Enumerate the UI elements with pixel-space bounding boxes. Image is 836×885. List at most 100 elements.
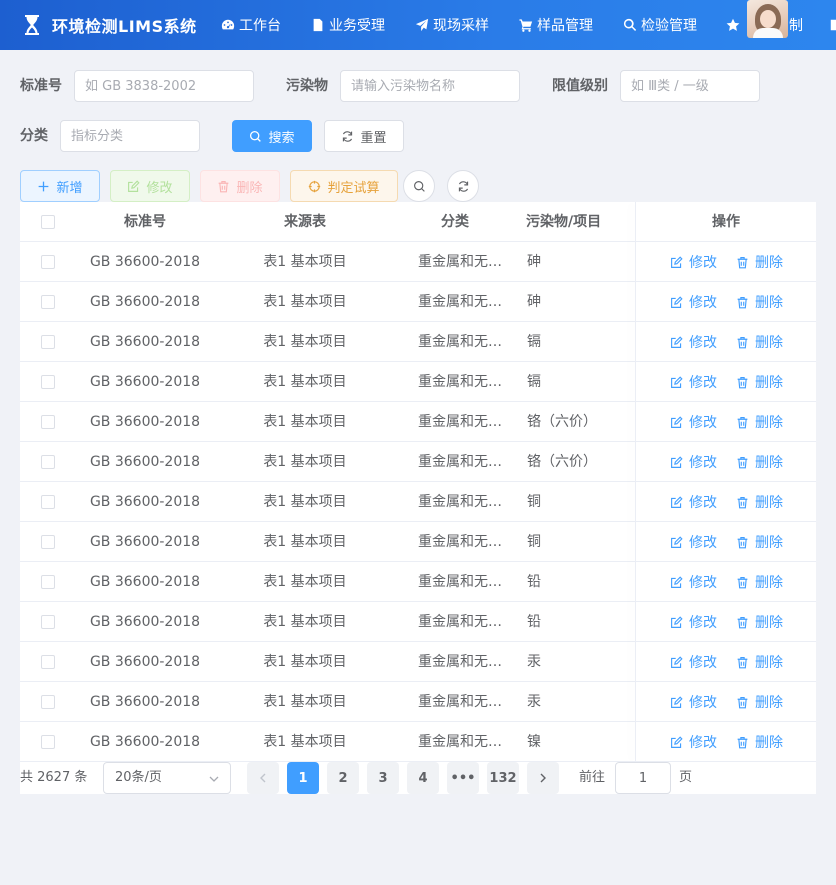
row-checkbox[interactable]: [41, 295, 55, 309]
table-row[interactable]: GB 36600-2018 表1 基本项目 重金属和无… 汞 修改 删除: [20, 642, 816, 682]
page-number-button[interactable]: 2: [327, 762, 359, 794]
nav-item-starred[interactable]: [726, 0, 744, 50]
table-row[interactable]: GB 36600-2018 表1 基本项目 重金属和无… 铅 修改 删除: [20, 602, 816, 642]
brand[interactable]: 环境检测LIMS系统: [22, 0, 197, 50]
row-checkbox[interactable]: [41, 535, 55, 549]
user-avatar[interactable]: [747, 0, 788, 38]
row-checkbox[interactable]: [41, 455, 55, 469]
pollutant-input[interactable]: [340, 70, 520, 102]
select-all-checkbox[interactable]: [41, 215, 55, 229]
row-edit-link[interactable]: 修改: [670, 522, 717, 562]
row-edit-link[interactable]: 修改: [670, 362, 717, 402]
toggle-search-button[interactable]: [403, 170, 435, 202]
send-icon: [415, 18, 429, 32]
row-delete-link[interactable]: 删除: [736, 282, 783, 322]
row-edit-label: 修改: [689, 335, 717, 351]
row-edit-link[interactable]: 修改: [670, 562, 717, 602]
page-ellipsis-button[interactable]: •••: [447, 762, 479, 794]
table-row[interactable]: GB 36600-2018 表1 基本项目 重金属和无… 砷 修改 删除: [20, 242, 816, 282]
table-row[interactable]: GB 36600-2018 表1 基本项目 重金属和无… 镍 修改 删除: [20, 722, 816, 762]
prev-page-button[interactable]: [247, 762, 279, 794]
standard-no-input[interactable]: [74, 70, 254, 102]
row-delete-link[interactable]: 删除: [736, 642, 783, 682]
row-edit-link[interactable]: 修改: [670, 322, 717, 362]
row-checkbox[interactable]: [41, 655, 55, 669]
add-button[interactable]: 新增: [20, 170, 100, 202]
row-edit-link[interactable]: 修改: [670, 242, 717, 282]
table-row[interactable]: GB 36600-2018 表1 基本项目 重金属和无… 砷 修改 删除: [20, 282, 816, 322]
row-delete-link[interactable]: 删除: [736, 362, 783, 402]
nav-item-inspection[interactable]: 检验管理: [623, 0, 697, 50]
row-delete-link[interactable]: 删除: [736, 482, 783, 522]
table-row[interactable]: GB 36600-2018 表1 基本项目 重金属和无… 铅 修改 删除: [20, 562, 816, 602]
row-checkbox[interactable]: [41, 375, 55, 389]
cell-pollutant: 砷: [527, 254, 541, 270]
table-row[interactable]: GB 36600-2018 表1 基本项目 重金属和无… 铜 修改 删除: [20, 482, 816, 522]
row-edit-link[interactable]: 修改: [670, 482, 717, 522]
cell-standard: GB 36600-2018: [89, 294, 201, 310]
row-checkbox[interactable]: [41, 735, 55, 749]
cell-category: 重金属和无…: [418, 734, 502, 750]
row-checkbox[interactable]: [41, 415, 55, 429]
delete-button[interactable]: 删除: [200, 170, 280, 202]
row-edit-link[interactable]: 修改: [670, 282, 717, 322]
page-number-button[interactable]: 1: [287, 762, 319, 794]
row-delete-link[interactable]: 删除: [736, 322, 783, 362]
nav-item-business[interactable]: 业务受理: [311, 0, 385, 50]
row-delete-link[interactable]: 删除: [736, 682, 783, 722]
row-edit-link[interactable]: 修改: [670, 682, 717, 722]
row-delete-link[interactable]: 删除: [736, 242, 783, 282]
row-delete-link[interactable]: 删除: [736, 442, 783, 482]
page-number-button[interactable]: 3: [367, 762, 399, 794]
row-delete-label: 删除: [755, 255, 783, 271]
row-delete-link[interactable]: 删除: [736, 722, 783, 762]
cell-source: 表1 基本项目: [263, 734, 347, 750]
row-checkbox[interactable]: [41, 695, 55, 709]
page-number-button[interactable]: 4: [407, 762, 439, 794]
goto-page-input[interactable]: [615, 762, 671, 794]
row-edit-link[interactable]: 修改: [670, 722, 717, 762]
page-size-select[interactable]: 20条/页: [103, 762, 231, 794]
table-row[interactable]: GB 36600-2018 表1 基本项目 重金属和无… 汞 修改 删除: [20, 682, 816, 722]
reset-button[interactable]: 重置: [324, 120, 404, 152]
row-checkbox[interactable]: [41, 335, 55, 349]
page-unit-label: 页: [679, 770, 693, 785]
row-delete-link[interactable]: 删除: [736, 562, 783, 602]
row-edit-link[interactable]: 修改: [670, 402, 717, 442]
row-delete-link[interactable]: 删除: [736, 522, 783, 562]
row-checkbox[interactable]: [41, 575, 55, 589]
nav-item-next[interactable]: [829, 0, 836, 50]
nav-item-workbench[interactable]: 工作台: [221, 0, 281, 50]
limit-level-input[interactable]: [620, 70, 760, 102]
cell-standard: GB 36600-2018: [89, 454, 201, 470]
edit-button[interactable]: 修改: [110, 170, 190, 202]
next-page-button[interactable]: [527, 762, 559, 794]
nav-item-overflow[interactable]: 制: [789, 0, 803, 50]
row-checkbox[interactable]: [41, 615, 55, 629]
row-checkbox[interactable]: [41, 495, 55, 509]
row-edit-link[interactable]: 修改: [670, 602, 717, 642]
row-delete-link[interactable]: 删除: [736, 602, 783, 642]
column-header-category[interactable]: 分类: [390, 202, 520, 242]
row-edit-link[interactable]: 修改: [670, 642, 717, 682]
row-edit-link[interactable]: 修改: [670, 442, 717, 482]
column-header-source[interactable]: 来源表: [240, 202, 370, 242]
table-row[interactable]: GB 36600-2018 表1 基本项目 重金属和无… 镉 修改 删除: [20, 362, 816, 402]
table-row[interactable]: GB 36600-2018 表1 基本项目 重金属和无… 镉 修改 删除: [20, 322, 816, 362]
search-button[interactable]: 搜索: [232, 120, 312, 152]
column-header-pollutant[interactable]: 污染物/项目: [520, 202, 610, 242]
table-row[interactable]: GB 36600-2018 表1 基本项目 重金属和无… 铬（六价） 修改 删除: [20, 442, 816, 482]
cell-category: 重金属和无…: [418, 694, 502, 710]
judge-trial-button[interactable]: 判定试算: [290, 170, 398, 202]
row-delete-link[interactable]: 删除: [736, 402, 783, 442]
table-row[interactable]: GB 36600-2018 表1 基本项目 重金属和无… 铬（六价） 修改 删除: [20, 402, 816, 442]
table-row[interactable]: GB 36600-2018 表1 基本项目 重金属和无… 铜 修改 删除: [20, 522, 816, 562]
page-number-button[interactable]: 132: [487, 762, 519, 794]
category-input[interactable]: [60, 120, 200, 152]
nav-item-samples[interactable]: 样品管理: [519, 0, 593, 50]
nav-item-sampling[interactable]: 现场采样: [415, 0, 489, 50]
row-checkbox[interactable]: [41, 255, 55, 269]
column-header-standard[interactable]: 标准号: [80, 202, 210, 242]
refresh-table-button[interactable]: [447, 170, 479, 202]
fixed-column-divider: [635, 202, 636, 762]
